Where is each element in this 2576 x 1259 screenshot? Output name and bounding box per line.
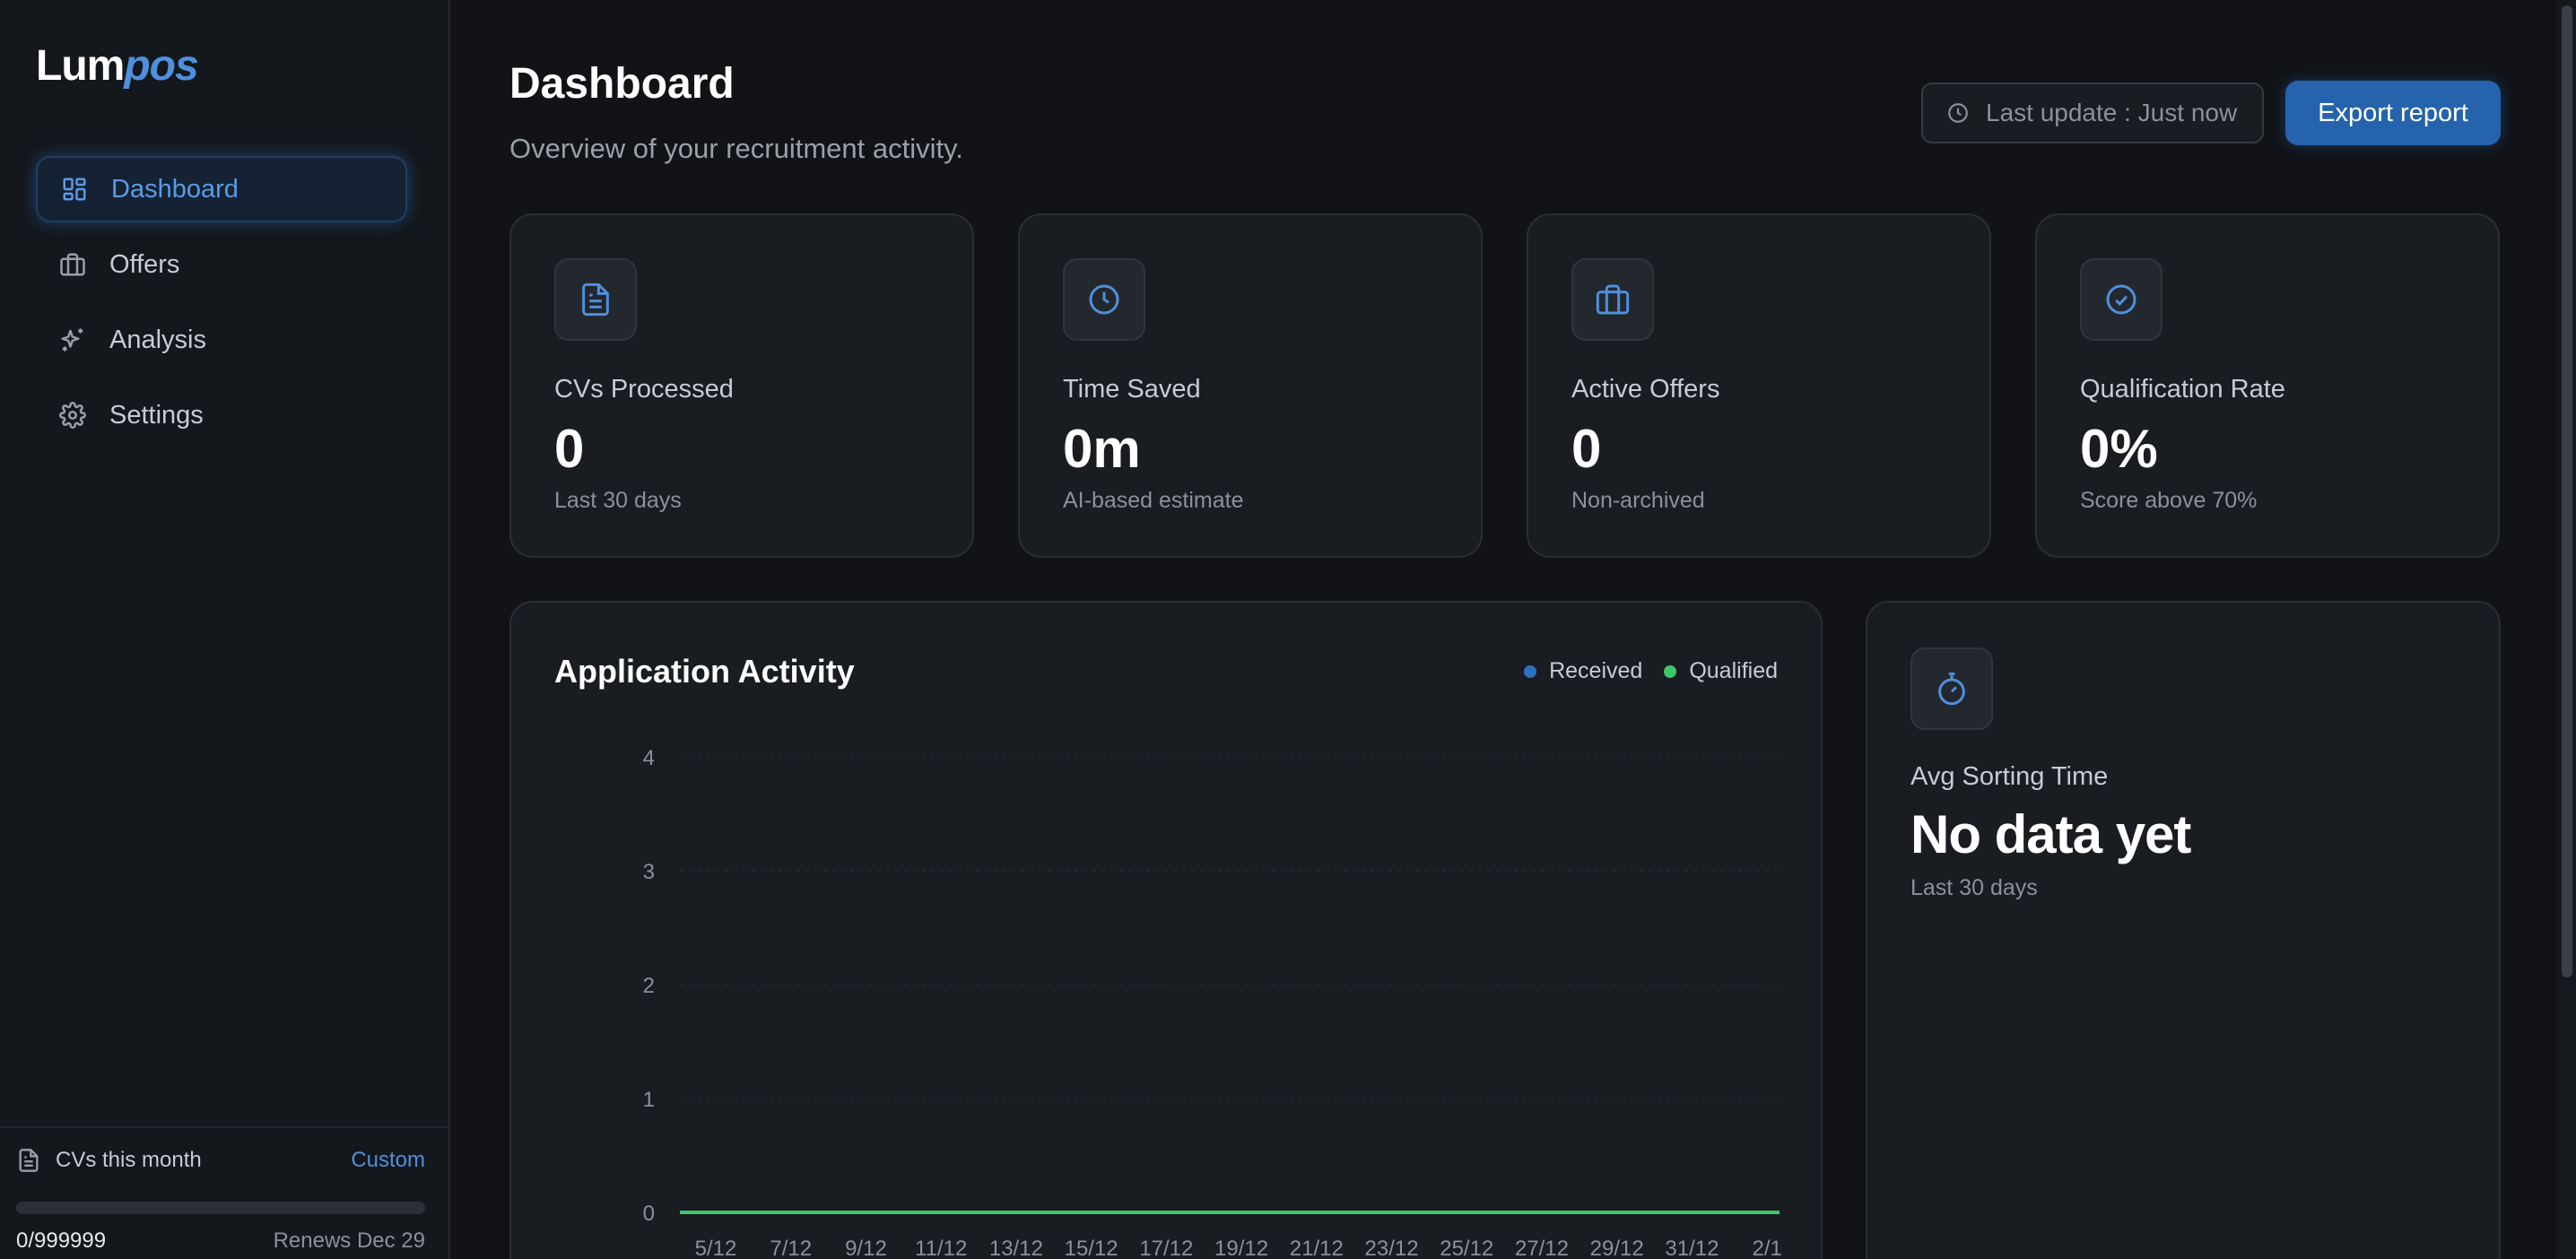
- x-tick-label: 2/1: [1752, 1237, 1781, 1259]
- stat-label: Time Saved: [1063, 375, 1201, 404]
- x-tick-label: 15/12: [1065, 1237, 1118, 1259]
- clock-icon: [1063, 258, 1145, 341]
- usage-panel: CVs this month Custom 0/999999 Renews De…: [0, 1126, 448, 1259]
- x-tick-label: 25/12: [1440, 1237, 1493, 1259]
- legend-dot: [1664, 664, 1677, 678]
- x-tick-label: 11/12: [915, 1237, 967, 1259]
- logo-text-accent: pos: [124, 42, 198, 90]
- stopwatch-icon: [1910, 647, 1993, 730]
- application-activity-card: 0 1 2 3 4 5/12 7/12 9/12 11/12 13/12 15/12 17/12 19/…: [509, 601, 1823, 1259]
- stat-card-cvs-processed: CVs Processed 0 Last 30 days: [509, 213, 974, 558]
- stat-value: 0m: [1063, 419, 1141, 479]
- page-subtitle: Overview of your recruitment activity.: [509, 133, 963, 164]
- legend-label: Received: [1549, 658, 1643, 683]
- document-icon: [554, 258, 637, 341]
- briefcase-icon: [57, 249, 88, 280]
- stat-caption: Last 30 days: [554, 488, 682, 513]
- sidebar-item-label: Offers: [109, 249, 180, 279]
- last-update-text: Last update : Just now: [1986, 99, 2238, 126]
- chart-legend: Received Qualified: [1502, 658, 1778, 684]
- x-tick-label: 21/12: [1290, 1237, 1344, 1259]
- y-tick-label: 0: [643, 1202, 655, 1226]
- stat-label: CVs Processed: [554, 375, 734, 404]
- x-tick-label: 9/12: [845, 1237, 887, 1259]
- renewal-date: Renews Dec 29: [273, 1229, 425, 1253]
- stat-caption: Score above 70%: [2080, 488, 2258, 513]
- avg-sorting-time-card: Avg Sorting Time No data yet Last 30 day…: [1866, 601, 2501, 1259]
- sidebar-item-label: Analysis: [109, 325, 206, 354]
- x-tick-label: 23/12: [1365, 1237, 1419, 1259]
- stat-value: 0: [1571, 419, 1602, 479]
- x-tick-label: 17/12: [1139, 1237, 1193, 1259]
- x-tick-label: 27/12: [1515, 1237, 1569, 1259]
- stat-card-active-offers: Active Offers 0 Non-archived: [1527, 213, 1991, 558]
- gear-icon: [57, 400, 88, 430]
- stat-caption: AI-based estimate: [1063, 488, 1244, 513]
- sidebar-item-offers[interactable]: Offers: [36, 231, 407, 298]
- legend-dot: [1524, 664, 1537, 678]
- y-tick-label: 3: [643, 860, 655, 884]
- x-tick-label: 13/12: [989, 1237, 1043, 1259]
- x-tick-label: 31/12: [1665, 1237, 1719, 1259]
- sidebar-item-dashboard[interactable]: Dashboard: [36, 156, 407, 222]
- last-update-indicator: Last update : Just now: [1921, 82, 2264, 143]
- sidebar-item-label: Settings: [109, 400, 204, 430]
- sidebar-item-label: Dashboard: [111, 174, 239, 204]
- x-tick-label: 29/12: [1590, 1237, 1644, 1259]
- x-tick-label: 5/12: [695, 1237, 737, 1259]
- logo-text-main: Lum: [36, 42, 125, 90]
- sidebar-nav: Dashboard Offers Analysis Settings: [36, 156, 407, 457]
- y-tick-label: 4: [643, 746, 655, 770]
- legend-item-received[interactable]: Received: [1524, 658, 1642, 684]
- scrollbar-thumb[interactable]: [2562, 5, 2572, 977]
- sidebar: Lumpos Dashboard Offers Analysis Setting…: [0, 0, 450, 1259]
- document-icon: [16, 1148, 41, 1173]
- stat-card-time-saved: Time Saved 0m AI-based estimate: [1018, 213, 1483, 558]
- export-report-button[interactable]: Export report: [2285, 81, 2501, 145]
- chart-title: Application Activity: [554, 653, 855, 690]
- avg-label: Avg Sorting Time: [1910, 762, 2109, 791]
- clock-icon: [1946, 101, 1970, 125]
- x-tick-label: 7/12: [770, 1237, 812, 1259]
- stat-value: 0: [554, 419, 585, 479]
- sparkles-icon: [57, 325, 88, 355]
- stat-label: Active Offers: [1571, 375, 1720, 404]
- y-tick-label: 1: [643, 1088, 655, 1112]
- stat-card-qualification-rate: Qualification Rate 0% Score above 70%: [2035, 213, 2500, 558]
- activity-chart: 0 1 2 3 4 5/12 7/12 9/12 11/12 13/12 15/12 17/12 19/…: [643, 746, 1782, 1259]
- usage-progress-bar: [16, 1202, 425, 1214]
- usage-label: CVs this month: [56, 1148, 202, 1172]
- stat-value: 0%: [2080, 419, 2158, 479]
- page-scrollbar[interactable]: [2556, 0, 2576, 1259]
- stat-caption: Non-archived: [1571, 488, 1705, 513]
- page-title: Dashboard: [509, 60, 735, 108]
- x-tick-label: 19/12: [1214, 1237, 1268, 1259]
- avg-caption: Last 30 days: [1910, 875, 2038, 900]
- app-logo[interactable]: Lumpos: [36, 41, 199, 91]
- sidebar-item-analysis[interactable]: Analysis: [36, 307, 407, 373]
- check-circle-icon: [2080, 258, 2163, 341]
- stat-label: Qualification Rate: [2080, 375, 2285, 404]
- avg-value: No data yet: [1910, 804, 2191, 864]
- briefcase-icon: [1571, 258, 1654, 341]
- y-tick-label: 2: [643, 974, 655, 998]
- sidebar-item-settings[interactable]: Settings: [36, 382, 407, 448]
- legend-label: Qualified: [1689, 658, 1778, 683]
- plan-link[interactable]: Custom: [351, 1148, 425, 1173]
- legend-item-qualified[interactable]: Qualified: [1664, 658, 1778, 684]
- usage-count: 0/999999: [16, 1229, 107, 1253]
- dashboard-grid-icon: [59, 174, 90, 204]
